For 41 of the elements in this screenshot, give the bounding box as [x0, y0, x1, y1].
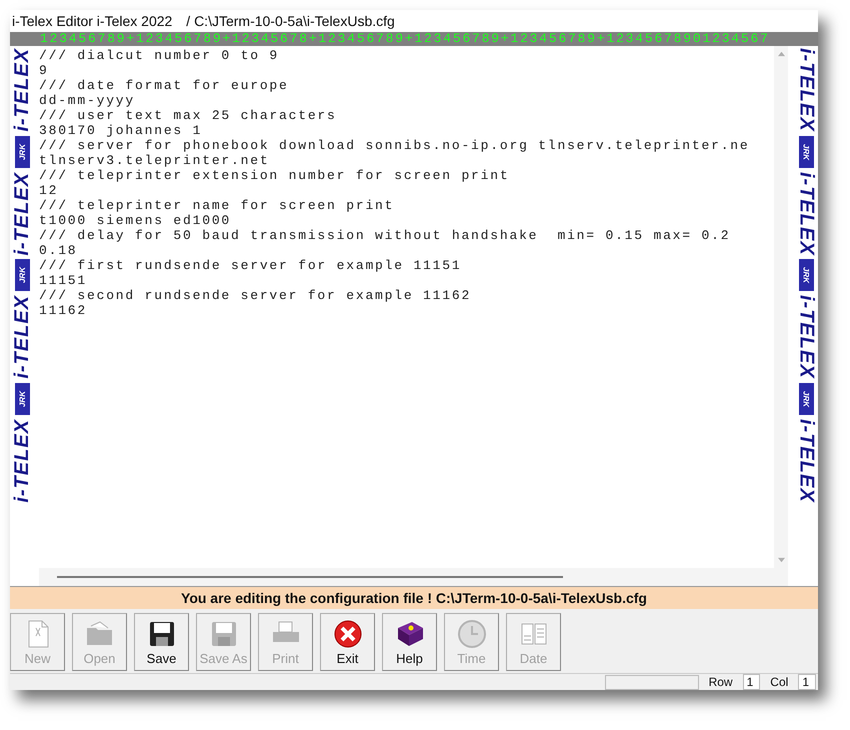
text-line: 12	[39, 183, 58, 198]
text-line: /// teleprinter extension number for screen print	[39, 168, 510, 183]
column-ruler: 123456789+123456789+12345678+123456789+123456789+123456789+12345678901234567	[10, 32, 818, 46]
vertical-scrollbar[interactable]	[774, 46, 788, 568]
text-line: /// delay for 50 baud transmission without handshake min= 0.15 max= 0.2	[39, 228, 730, 243]
text-line: /// dialcut number 0 to 9	[39, 48, 280, 63]
text-line: /// server for phonebook download sonnibs.no-ip.org tlnserv.teleprinter.ne	[39, 138, 750, 153]
toolbar-button[interactable]: Save	[134, 613, 189, 671]
text-line: 0.18	[39, 243, 78, 258]
banner-text: JRK	[798, 383, 814, 416]
banner-text: JRK	[14, 136, 30, 168]
text-line: tlnserv3.teleprinter.net	[39, 153, 270, 168]
text-line: /// second rundsende server for example 11162	[39, 288, 472, 303]
row-label: Row	[708, 675, 734, 689]
col-label: Col	[769, 675, 790, 689]
banner-text: JRK	[14, 259, 30, 292]
toolbar-button[interactable]: Help	[382, 613, 437, 671]
text-line: 11162	[39, 303, 88, 318]
status-message: You are editing the configuration file ! C:\JTerm-10-0-5a\i-TelexUsb.cfg	[10, 586, 818, 609]
clock-icon	[456, 618, 488, 650]
horizontal-scrollbar[interactable]	[57, 576, 563, 578]
text-line: 9	[39, 63, 49, 78]
window-title: i-Telex Editor i-Telex 2022	[12, 13, 172, 29]
row-value: 1	[742, 674, 760, 690]
text-line: t1000 siemens ed1000	[39, 213, 232, 228]
scroll-up-icon[interactable]	[776, 50, 786, 57]
banner-text: JRK	[798, 259, 814, 292]
text-line: /// teleprinter name for screen print	[39, 198, 394, 213]
file-path: / C:\JTerm-10-0-5a\i-TelexUsb.cfg	[186, 13, 395, 29]
scroll-down-icon[interactable]	[776, 557, 786, 564]
col-value: 1	[798, 674, 816, 690]
banner-text: JRK	[798, 136, 814, 168]
text-line: /// date format for europe	[39, 78, 289, 93]
toolbar-button[interactable]: Exit	[320, 613, 375, 671]
text-line: dd-mm-yyyy	[39, 93, 136, 108]
banner-text: JRK	[14, 383, 30, 416]
text-line: /// user text max 25 characters	[39, 108, 337, 123]
text-line: /// first rundsende server for example 11151	[39, 258, 462, 273]
text-line: 11151	[39, 273, 88, 288]
text-line: 380170 johannes 1	[39, 123, 202, 138]
close-icon	[332, 618, 364, 650]
